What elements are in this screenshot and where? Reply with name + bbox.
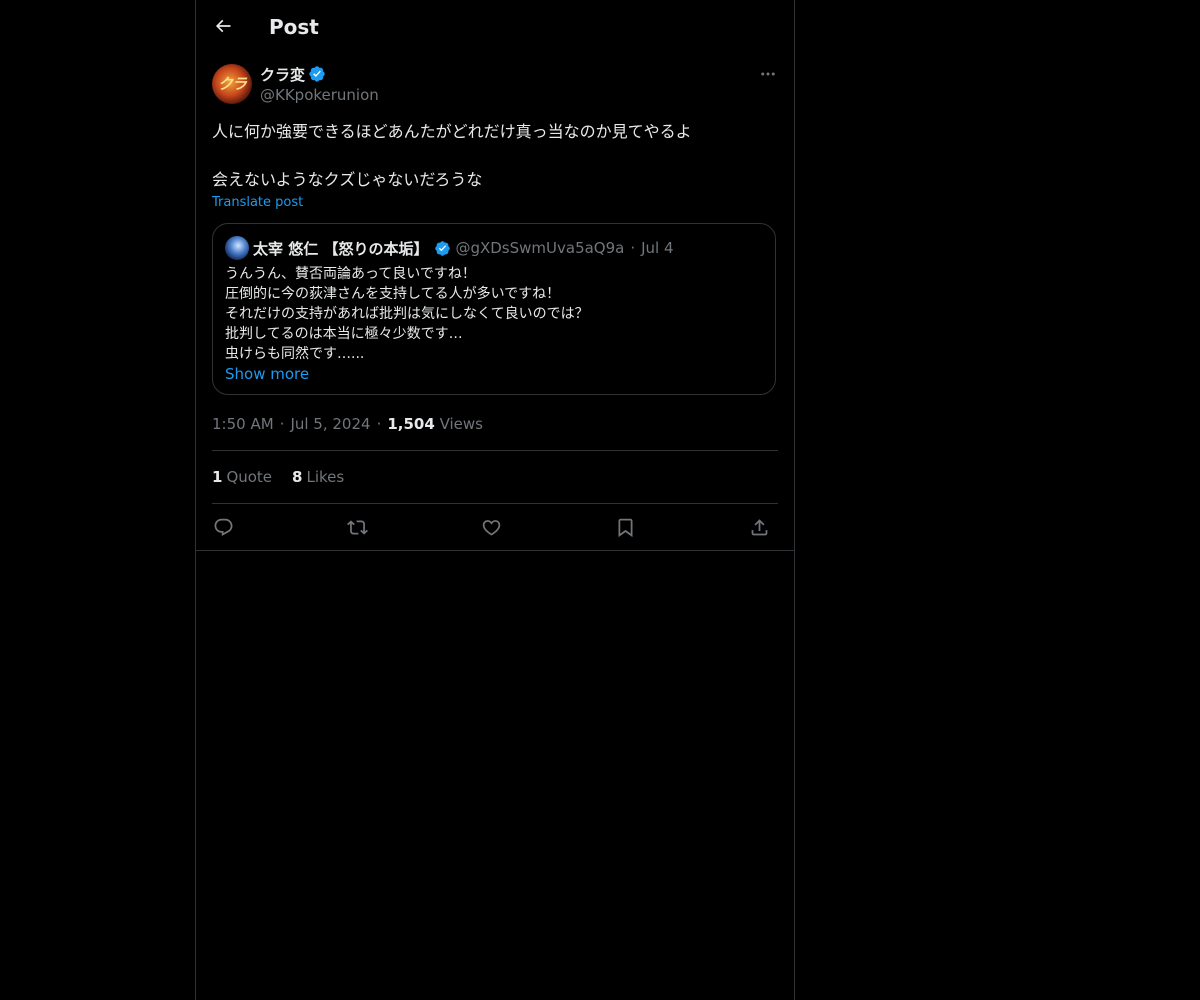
quoted-text-line: 虫けらも同然です…... bbox=[225, 346, 365, 362]
quoted-post-header: 太宰 悠仁 【怒りの本垢】 @gXDsSwmUva5aQ9a · Jul 4 bbox=[253, 238, 674, 258]
repost-button[interactable] bbox=[346, 514, 368, 540]
post-meta: 1:50 AM · Jul 5, 2024 · 1,504 Views bbox=[212, 414, 483, 434]
author-display-name[interactable]: クラ変 bbox=[260, 64, 305, 85]
quoted-text-line: 圧倒的に今の荻津さんを支持してる人が多いですね！ bbox=[225, 286, 561, 302]
page-title: Post bbox=[269, 15, 319, 39]
quoted-author-handle: @gXDsSwmUva5aQ9a bbox=[455, 239, 625, 257]
quoted-post-text: うんうん、賛否両論あって良いですね！ 圧倒的に今の荻津さんを支持してる人が多いで… bbox=[225, 264, 765, 364]
quotes-stat[interactable]: 1 Quote bbox=[212, 467, 272, 487]
like-icon bbox=[482, 519, 500, 536]
reply-button[interactable] bbox=[212, 514, 234, 540]
separator-dot: · bbox=[279, 415, 285, 433]
page-header: Post bbox=[196, 0, 794, 53]
reply-icon bbox=[214, 518, 232, 536]
action-bar bbox=[212, 514, 778, 540]
post-date[interactable]: Jul 5, 2024 bbox=[290, 415, 370, 433]
divider bbox=[212, 450, 778, 451]
engagement-stats: 1 Quote 8 Likes bbox=[212, 467, 364, 487]
verified-badge-icon bbox=[434, 240, 451, 257]
bookmark-icon bbox=[618, 518, 632, 537]
likes-count: 8 bbox=[292, 468, 303, 486]
views-label: Views bbox=[439, 415, 483, 433]
show-more-link[interactable]: Show more bbox=[225, 364, 309, 384]
more-options-button[interactable] bbox=[758, 64, 778, 84]
quotes-label: Quote bbox=[226, 468, 273, 486]
views-count: 1,504 bbox=[387, 415, 435, 433]
back-button[interactable] bbox=[212, 13, 234, 39]
quoted-post-card[interactable]: 太宰 悠仁 【怒りの本垢】 @gXDsSwmUva5aQ9a · Jul 4 う… bbox=[212, 223, 776, 395]
quoted-author-name: 太宰 悠仁 【怒りの本垢】 bbox=[253, 239, 429, 258]
separator-dot: · bbox=[630, 239, 636, 257]
post-text: 人に何か強要できるほどあんたがどれだけ真っ当なのか見てやるよ 会えないようなクズ… bbox=[212, 122, 692, 189]
likes-label: Likes bbox=[306, 468, 345, 486]
repost-icon bbox=[346, 519, 368, 535]
share-button[interactable] bbox=[748, 514, 770, 540]
author-handle[interactable]: @KKpokerunion bbox=[260, 85, 379, 105]
quotes-count: 1 bbox=[212, 468, 223, 486]
bookmark-button[interactable] bbox=[614, 514, 636, 540]
share-icon bbox=[751, 518, 767, 535]
quoted-text-line: うんうん、賛否両論あって良いですね！ bbox=[225, 266, 476, 282]
like-button[interactable] bbox=[480, 514, 502, 540]
quoted-text-line: それだけの支持があれば批判は気にしなくて良いのでは？ bbox=[225, 306, 589, 322]
translate-post-link[interactable]: Translate post bbox=[212, 194, 303, 212]
author-name-row: クラ変 bbox=[260, 64, 326, 84]
post-column: Post クラ クラ変 @KKpokerunion 人に何か強要できるほどあんた… bbox=[195, 0, 795, 1000]
verified-badge-icon bbox=[308, 65, 326, 83]
separator-dot: · bbox=[376, 415, 382, 433]
more-dots-icon bbox=[761, 72, 775, 76]
divider bbox=[196, 550, 794, 551]
likes-stat[interactable]: 8 Likes bbox=[292, 467, 344, 487]
avatar-logo-text: クラ bbox=[217, 75, 247, 93]
arrow-left-icon bbox=[215, 19, 231, 33]
quoted-text-line: 批判してるのは本当に極々少数です… bbox=[225, 326, 463, 342]
author-avatar[interactable]: クラ bbox=[212, 64, 252, 104]
quoted-post-date: Jul 4 bbox=[641, 239, 674, 257]
quoted-author-avatar bbox=[225, 236, 249, 260]
divider bbox=[212, 503, 778, 504]
post-time[interactable]: 1:50 AM bbox=[212, 415, 274, 433]
